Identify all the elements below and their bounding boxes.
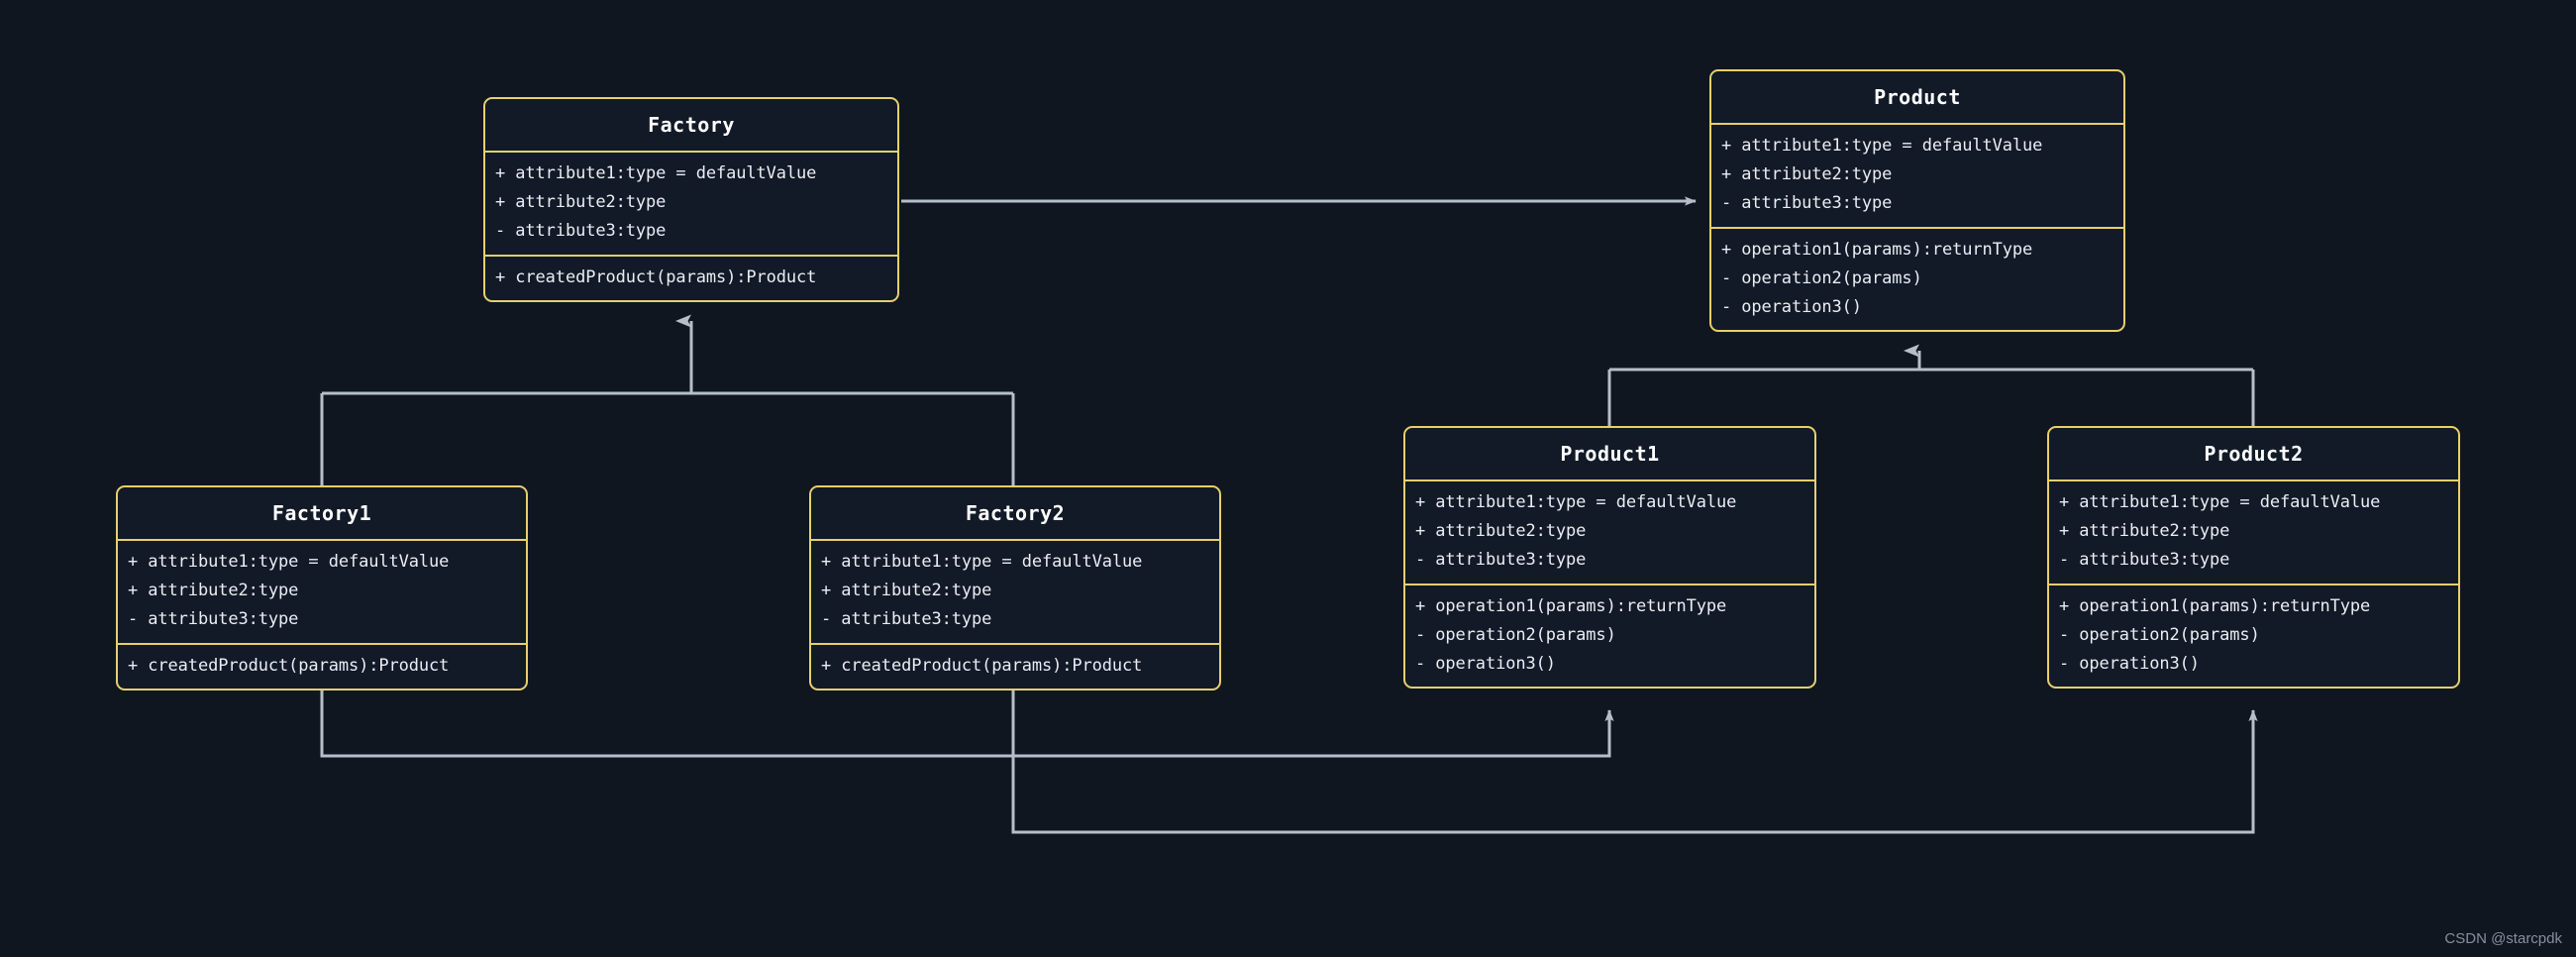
attribute-row: - attribute3:type	[495, 221, 667, 241]
attribute-row: + attribute2:type	[2059, 521, 2230, 541]
operations-compartment-product: + operation1(params):returnType - operat…	[1711, 229, 2123, 330]
attribute-row: + attribute2:type	[1721, 164, 1893, 184]
attribute-row: + attribute2:type	[821, 581, 992, 600]
attribute-row: - attribute3:type	[1721, 193, 1893, 213]
attributes-compartment-product: + attribute1:type = defaultValue + attri…	[1711, 125, 2123, 227]
attribute-row: + attribute2:type	[1415, 521, 1587, 541]
operation-row: - operation2(params)	[1415, 625, 1616, 645]
attribute-row: - attribute3:type	[821, 609, 992, 629]
class-title-product: Product	[1874, 85, 1961, 109]
uml-class-product1[interactable]: Product1 + attribute1:type = defaultValu…	[1403, 426, 1816, 689]
operations-compartment-factory2: + createdProduct(params):Product	[811, 645, 1219, 689]
attributes-compartment-product1: + attribute1:type = defaultValue + attri…	[1405, 481, 1814, 584]
operation-row: + operation1(params):returnType	[1721, 240, 2033, 260]
operation-row: - operation3()	[2059, 654, 2200, 674]
operation-row: - operation3()	[1721, 297, 1862, 317]
class-title-product1: Product1	[1560, 442, 1660, 466]
uml-diagram-canvas: Product (horizontal association) -->	[0, 0, 2576, 957]
attribute-row: + attribute2:type	[495, 192, 667, 212]
edge-factory2-to-product2	[1011, 691, 2258, 834]
operation-row: + operation1(params):returnType	[1415, 596, 1727, 616]
attribute-row: + attribute1:type = defaultValue	[2059, 492, 2381, 512]
watermark-text: CSDN @starcpdk	[2444, 930, 2562, 947]
uml-class-factory1[interactable]: Factory1 + attribute1:type = defaultValu…	[116, 485, 528, 691]
attribute-row: - attribute3:type	[2059, 550, 2230, 570]
operation-row: - operation3()	[1415, 654, 1556, 674]
operations-compartment-factory: + createdProduct(params):Product	[485, 257, 897, 300]
attribute-row: + attribute1:type = defaultValue	[1415, 492, 1737, 512]
attributes-compartment-product2: + attribute1:type = defaultValue + attri…	[2049, 481, 2458, 584]
operation-row: + createdProduct(params):Product	[128, 656, 450, 676]
operation-row: + operation1(params):returnType	[2059, 596, 2371, 616]
edge-factory1-to-product1	[320, 691, 1614, 758]
attribute-row: + attribute1:type = defaultValue	[128, 552, 450, 572]
operation-row: - operation2(params)	[2059, 625, 2260, 645]
attribute-row: - attribute3:type	[128, 609, 299, 629]
operations-compartment-factory1: + createdProduct(params):Product	[118, 645, 526, 689]
attribute-row: + attribute2:type	[128, 581, 299, 600]
uml-class-factory2[interactable]: Factory2 + attribute1:type = defaultValu…	[809, 485, 1221, 691]
operations-compartment-product2: + operation1(params):returnType - operat…	[2049, 585, 2458, 687]
operation-row: - operation2(params)	[1721, 268, 1922, 288]
operations-compartment-product1: + operation1(params):returnType - operat…	[1405, 585, 1814, 687]
uml-class-factory[interactable]: Factory + attribute1:type = defaultValue…	[483, 97, 899, 302]
uml-class-product2[interactable]: Product2 + attribute1:type = defaultValu…	[2047, 426, 2460, 689]
uml-class-product[interactable]: Product + attribute1:type = defaultValue…	[1709, 69, 2125, 332]
edge-product-subclasses	[1607, 344, 2255, 426]
class-title-product2: Product2	[2204, 442, 2304, 466]
edge-factory-subclasses	[320, 314, 1015, 485]
attribute-row: + attribute1:type = defaultValue	[1721, 136, 2043, 156]
attribute-row: - attribute3:type	[1415, 550, 1587, 570]
attribute-row: + attribute1:type = defaultValue	[821, 552, 1143, 572]
operation-row: + createdProduct(params):Product	[495, 267, 817, 287]
class-title-factory: Factory	[648, 113, 735, 137]
class-title-factory1: Factory1	[271, 501, 372, 525]
attributes-compartment-factory: + attribute1:type = defaultValue + attri…	[485, 153, 897, 255]
attributes-compartment-factory1: + attribute1:type = defaultValue + attri…	[118, 541, 526, 643]
class-title-factory2: Factory2	[965, 501, 1066, 525]
operation-row: + createdProduct(params):Product	[821, 656, 1143, 676]
attribute-row: + attribute1:type = defaultValue	[495, 163, 817, 183]
attributes-compartment-factory2: + attribute1:type = defaultValue + attri…	[811, 541, 1219, 643]
